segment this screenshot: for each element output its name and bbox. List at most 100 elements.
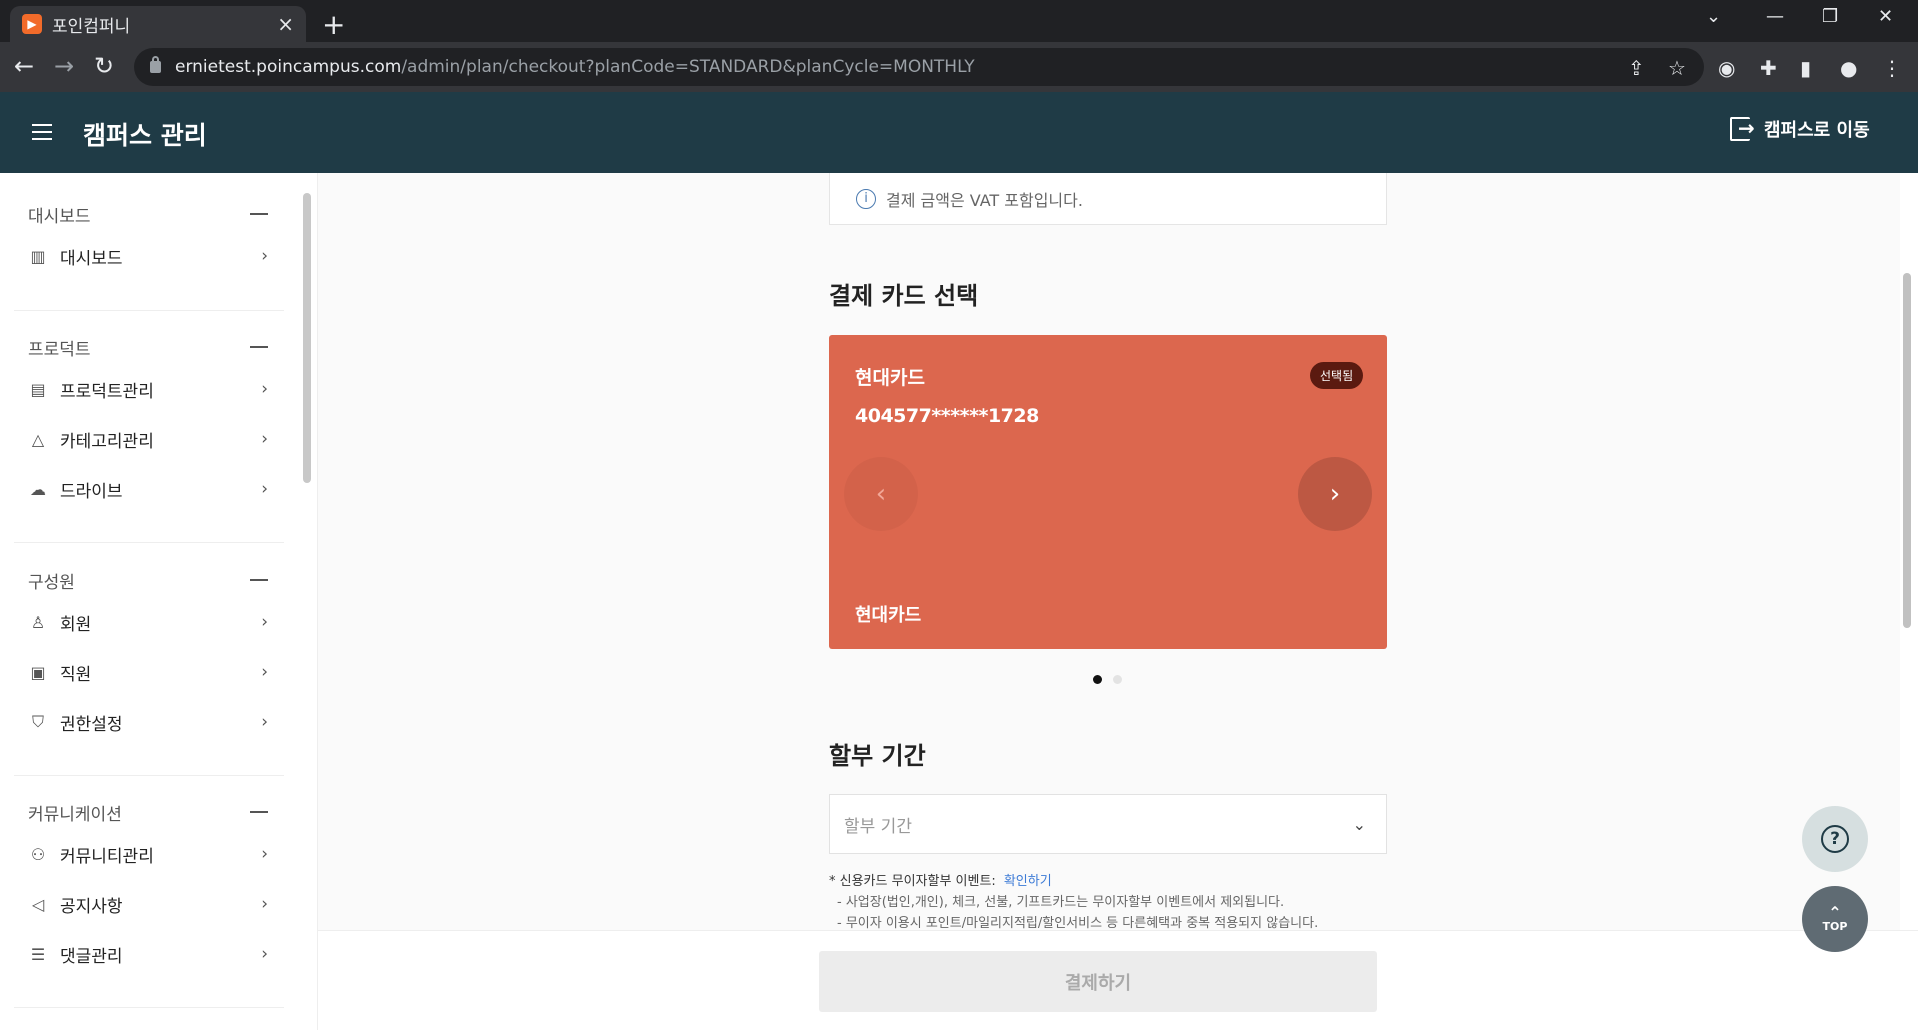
chevron-right-icon: › [261,894,268,914]
sidebar-item-label: 회원 [60,614,92,635]
forward-icon[interactable]: → [54,52,74,80]
installment-placeholder: 할부 기간 [844,816,912,837]
divider [14,775,284,776]
sidebar-group-product: 프로덕트 ▤ 프로덕트관리 › △ 카테고리관리 › ☁ 드라이브 › [14,330,284,514]
sidebar-group-header[interactable]: 구성원 [14,563,284,597]
collapse-icon[interactable] [250,346,268,348]
sidebar-item-permission[interactable]: ⛉ 권한설정 › [14,697,284,747]
chevron-right-icon: › [261,612,268,632]
exit-icon [1730,116,1755,141]
sidebar-item-community[interactable]: ⚇ 커뮤니티관리 › [14,829,284,879]
bar-chart-icon: ▥ [30,246,46,266]
sidebar-group-title: 프로덕트 [28,339,91,360]
sidebar-item-label: 댓글관리 [60,946,123,967]
card-bottom-name: 현대카드 [855,605,922,626]
new-tab-icon[interactable]: + [322,8,345,41]
sidebar-item-label: 대시보드 [60,248,123,269]
category-icon: △ [31,429,45,449]
window-close-icon[interactable]: ✕ [1878,6,1893,27]
staff-icon: ▣ [30,662,46,682]
chevron-right-icon: › [261,844,268,864]
sidebar-group-communication: 커뮤니케이션 ⚇ 커뮤니티관리 › ◁ 공지사항 › ☰ 댓글관리 › [14,795,284,979]
vat-notice-box: i 결제 금액은 VAT 포함입니다. [829,173,1387,225]
browser-tab[interactable]: ▶ 포인컴퍼니 × [10,6,306,42]
bookmark-star-icon[interactable]: ☆ [1668,56,1686,80]
sidebar: 대시보드 ▥ 대시보드 › 프로덕트 ▤ 프로덕트관리 › △ 카테고리관리 ›… [0,173,318,1030]
sidebar-item-label: 권한설정 [60,714,123,735]
collapse-icon[interactable] [250,579,268,581]
url-host: ernietest.poincampus.com [175,57,402,77]
sidebar-group-title: 커뮤니케이션 [28,804,122,825]
back-icon[interactable]: ← [14,52,34,80]
shield-icon: ⛉ [31,712,44,731]
tab-close-icon[interactable]: × [277,12,294,36]
carousel-next-button[interactable]: › [1298,457,1372,531]
side-panel-icon[interactable]: ▮ [1800,56,1811,80]
sidebar-item-label: 드라이브 [60,481,123,502]
page-scrollbar[interactable] [1903,273,1911,628]
sidebar-item-drive[interactable]: ☁ 드라이브 › [14,464,284,514]
sidebar-group-header[interactable]: 프로덕트 [14,330,284,364]
selected-badge: 선택됨 [1310,362,1364,389]
reload-icon[interactable]: ↻ [94,52,114,80]
scroll-top-button[interactable]: ⌃ TOP [1802,886,1868,952]
top-label: TOP [1822,919,1848,933]
help-button[interactable]: ? [1802,806,1868,872]
chevron-right-icon: › [261,429,268,449]
installment-title: 할부 기간 [829,742,926,770]
payment-card[interactable]: 현대카드 404577******1728 선택됨 ‹ › 현대카드 [829,335,1387,649]
carousel-dot-active[interactable] [1093,675,1102,684]
chevron-right-icon: › [261,479,268,499]
question-icon: ? [1821,825,1849,853]
sidebar-item-comments[interactable]: ☰ 댓글관리 › [14,929,284,979]
carousel-prev-button[interactable]: ‹ [844,457,918,531]
sidebar-item-dashboard[interactable]: ▥ 대시보드 › [14,231,284,281]
hamburger-menu-icon[interactable] [32,124,52,140]
divider [14,1007,284,1008]
camera-extension-icon[interactable]: ◉ [1718,56,1735,80]
sidebar-group-header[interactable]: 대시보드 [14,197,284,231]
address-bar[interactable]: ernietest.poincampus.com/admin/plan/chec… [134,48,1704,86]
collapse-icon[interactable] [250,213,268,215]
tab-search-icon[interactable]: ⌄ [1706,6,1721,27]
chevron-right-icon: › [261,379,268,399]
sidebar-item-category-management[interactable]: △ 카테고리관리 › [14,414,284,464]
chevron-right-icon: › [261,662,268,682]
extensions-puzzle-icon[interactable]: ✚ [1760,56,1777,80]
community-icon: ⚇ [30,844,46,864]
card-section-title: 결제 카드 선택 [829,282,979,310]
notice-line: - 사업장(법인,개인), 체크, 선불, 기프트카드는 무이자할부 이벤트에서… [837,895,1285,910]
url-path: /admin/plan/checkout?planCode=STANDARD&p… [401,57,975,77]
pay-button[interactable]: 결제하기 [819,951,1377,1012]
product-icon: ▤ [30,379,46,399]
lock-icon [150,56,161,73]
tab-title: 포인컴퍼니 [52,16,131,37]
sidebar-item-staff[interactable]: ▣ 직원 › [14,647,284,697]
chevron-down-icon: ⌄ [1352,814,1366,834]
sidebar-item-product-management[interactable]: ▤ 프로덕트관리 › [14,364,284,414]
minimize-icon[interactable]: — [1766,6,1784,27]
installment-select[interactable]: 할부 기간 ⌄ [829,794,1387,854]
card-company: 현대카드 [855,367,925,389]
sidebar-group-title: 구성원 [28,572,75,593]
restore-icon[interactable]: ❐ [1822,6,1838,27]
profile-icon[interactable]: ● [1840,56,1857,80]
favicon-icon: ▶ [22,14,42,34]
cloud-icon: ☁ [30,479,46,499]
sidebar-group-header[interactable]: 커뮤니케이션 [14,795,284,829]
sidebar-item-notice[interactable]: ◁ 공지사항 › [14,879,284,929]
sidebar-scrollbar[interactable] [303,193,311,483]
notice-link[interactable]: 확인하기 [1004,874,1052,889]
browser-tab-bar: ▶ 포인컴퍼니 × + ⌄ — ❐ ✕ [0,0,1918,42]
sidebar-item-label: 공지사항 [60,896,123,917]
chevron-up-icon: ⌃ [1828,902,1842,922]
browser-menu-icon[interactable]: ⋮ [1882,56,1902,80]
browser-toolbar: ← → ↻ ernietest.poincampus.com/admin/pla… [0,42,1918,92]
share-icon[interactable]: ⇪ [1628,56,1645,80]
carousel-dot[interactable] [1113,675,1122,684]
collapse-icon[interactable] [250,811,268,813]
vat-notice-text: 결제 금액은 VAT 포함입니다. [886,190,1083,210]
goto-campus-label: 캠퍼스로 이동 [1764,120,1870,141]
sidebar-item-member[interactable]: ♙ 회원 › [14,597,284,647]
goto-campus-button[interactable]: 캠퍼스로 이동 [1730,116,1870,142]
